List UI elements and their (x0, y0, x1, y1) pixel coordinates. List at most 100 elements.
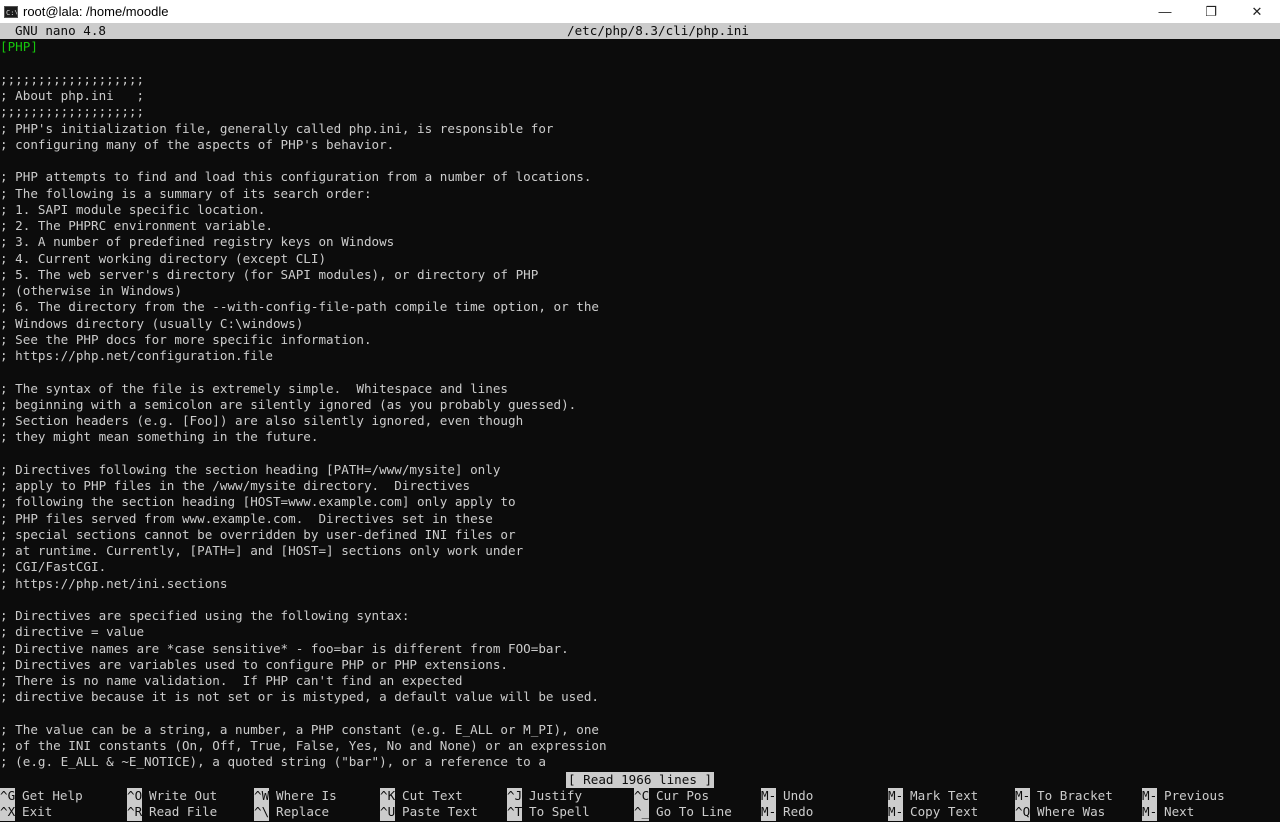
shortcut-key: ^T (507, 804, 522, 821)
editor-line[interactable]: ; There is no name validation. If PHP ca… (0, 673, 1280, 689)
editor-line[interactable]: ; 6. The directory from the --with-confi… (0, 299, 1280, 315)
shortcut-key: M-W (1142, 804, 1157, 821)
editor-content[interactable]: ;;;;;;;;;;;;;;;;;;;; About php.ini ;;;;;… (0, 56, 1280, 771)
shortcut-where-is[interactable]: ^W Where Is (254, 788, 337, 805)
shortcut-key: M-6 (888, 804, 903, 821)
editor-line[interactable]: ; 4. Current working directory (except C… (0, 251, 1280, 267)
editor-line[interactable]: ; 1. SAPI module specific location. (0, 202, 1280, 218)
shortcut-label: To Bracket (1037, 788, 1113, 803)
shortcut-mark-text[interactable]: M-A Mark Text (888, 788, 979, 805)
editor-line[interactable]: ; (otherwise in Windows) (0, 283, 1280, 299)
restore-button[interactable]: ❐ (1188, 0, 1234, 23)
shortcut-label: Get Help (22, 788, 83, 803)
shortcut-key: M-U (761, 788, 776, 805)
shortcut-label: Read File (149, 804, 218, 820)
shortcut-exit[interactable]: ^X Exit (0, 804, 53, 821)
shortcut-label: Exit (22, 804, 53, 820)
editor-line[interactable]: ;;;;;;;;;;;;;;;;;;; (0, 72, 1280, 88)
shortcut-where-was[interactable]: ^Q Where Was (1015, 804, 1105, 821)
shortcut-key: M-A (888, 788, 903, 805)
editor-line[interactable]: ; PHP's initialization file, generally c… (0, 121, 1280, 137)
status-message: [ Read 1966 lines ] (566, 772, 715, 789)
shortcut-bar: ^G Get Help ^O Write Out ^W Where Is ^K Cut Tex… (0, 788, 1280, 821)
editor-line[interactable]: ; of the INI constants (On, Off, True, F… (0, 738, 1280, 754)
minimize-button[interactable]: — (1142, 0, 1188, 23)
shortcut-key: ^_ (634, 804, 649, 821)
close-button[interactable]: ✕ (1234, 0, 1280, 23)
shortcut-write-out[interactable]: ^O Write Out (127, 788, 217, 805)
shortcut-label: Cur Pos (656, 788, 710, 803)
editor-line[interactable]: ; CGI/FastCGI. (0, 559, 1280, 575)
editor-line[interactable]: ; apply to PHP files in the /www/mysite … (0, 478, 1280, 494)
editor-line[interactable]: ; at runtime. Currently, [PATH=] and [HO… (0, 543, 1280, 559)
shortcut-label: Mark Text (910, 788, 979, 803)
editor-line[interactable]: ; About php.ini ; (0, 88, 1280, 104)
shortcut-redo[interactable]: M-E Redo (761, 804, 814, 821)
editor-line[interactable] (0, 364, 1280, 380)
shortcut-label: Undo (783, 788, 814, 803)
editor-line[interactable]: ; Directives are variables used to confi… (0, 657, 1280, 673)
shortcut-label: Copy Text (910, 804, 979, 820)
editor-line[interactable]: ; The following is a summary of its sear… (0, 186, 1280, 202)
editor-line[interactable]: ; 2. The PHPRC environment variable. (0, 218, 1280, 234)
editor-line[interactable]: ; Directive names are *case sensitive* -… (0, 641, 1280, 657)
editor-line[interactable]: ; 5. The web server's directory (for SAP… (0, 267, 1280, 283)
shortcut-to-spell[interactable]: ^T To Spell (507, 804, 590, 821)
terminal-app-icon: C:\ (4, 5, 18, 18)
editor-line[interactable]: ; Directives are specified using the fol… (0, 608, 1280, 624)
editor-line[interactable]: ; (e.g. E_ALL & ~E_NOTICE), a quoted str… (0, 754, 1280, 770)
window-title: root@lala: /home/moodle (23, 4, 169, 19)
shortcut-go-to-line[interactable]: ^_ Go To Line (634, 804, 732, 821)
editor-line[interactable]: ; Section headers (e.g. [Foo]) are also … (0, 413, 1280, 429)
shortcut-label: Where Is (276, 788, 337, 803)
editor-line[interactable] (0, 446, 1280, 462)
shortcut-paste-text[interactable]: ^U Paste Text (380, 804, 478, 821)
shortcut-undo[interactable]: M-U Undo (761, 788, 814, 805)
shortcut-replace[interactable]: ^\ Replace (254, 804, 329, 821)
shortcut-to-bracket[interactable]: M-] To Bracket (1015, 788, 1113, 805)
editor-line[interactable] (0, 706, 1280, 722)
editor-line[interactable]: ; directive = value (0, 624, 1280, 640)
shortcut-key: ^U (380, 804, 395, 821)
shortcut-key: ^\ (254, 804, 269, 821)
editor-line[interactable]: ; Windows directory (usually C:\windows) (0, 316, 1280, 332)
editor-line[interactable] (0, 592, 1280, 608)
shortcut-copy-text[interactable]: M-6 Copy Text (888, 804, 979, 821)
editor-line[interactable]: ; PHP attempts to find and load this con… (0, 169, 1280, 185)
shortcut-key: M-E (761, 804, 776, 821)
editor-line[interactable]: ; configuring many of the aspects of PHP… (0, 137, 1280, 153)
editor-line[interactable]: ; https://php.net/ini.sections (0, 576, 1280, 592)
shortcut-next[interactable]: M-W Next (1142, 804, 1194, 821)
shortcut-read-file[interactable]: ^R Read File (127, 804, 218, 821)
editor-line[interactable]: ; The syntax of the file is extremely si… (0, 381, 1280, 397)
editor-line[interactable]: ; https://php.net/configuration.file (0, 348, 1280, 364)
editor-line[interactable]: ; See the PHP docs for more specific inf… (0, 332, 1280, 348)
editor-line[interactable] (0, 153, 1280, 169)
section-line[interactable]: [PHP] (0, 39, 1280, 55)
shortcut-label: Previous (1164, 788, 1225, 803)
editor-line[interactable] (0, 56, 1280, 72)
shortcut-key: M-Q (1142, 788, 1157, 805)
editor-line[interactable]: ;;;;;;;;;;;;;;;;;;; (0, 104, 1280, 120)
shortcut-label: Redo (783, 804, 814, 820)
editor-line[interactable]: ; PHP files served from www.example.com.… (0, 511, 1280, 527)
shortcut-previous[interactable]: M-Q Previous (1142, 788, 1225, 805)
shortcut-key: ^R (127, 804, 142, 821)
editor-line[interactable]: ; 3. A number of predefined registry key… (0, 234, 1280, 250)
shortcut-justify[interactable]: ^J Justify (507, 788, 583, 805)
shortcut-get-help[interactable]: ^G Get Help (0, 788, 83, 805)
terminal-area[interactable]: GNU nano 4.8 /etc/php/8.3/cli/php.ini [P… (0, 23, 1280, 822)
editor-line[interactable]: ; directive because it is not set or is … (0, 689, 1280, 705)
shortcut-cut-text[interactable]: ^K Cut Text (380, 788, 463, 805)
editor-line[interactable]: ; they might mean something in the futur… (0, 429, 1280, 445)
shortcut-row-1: ^G Get Help ^O Write Out ^W Where Is ^K Cut Tex… (0, 788, 1280, 805)
editor-line[interactable]: ; Directives following the section headi… (0, 462, 1280, 478)
editor-line[interactable]: ; following the section heading [HOST=ww… (0, 494, 1280, 510)
editor-line[interactable]: ; beginning with a semicolon are silentl… (0, 397, 1280, 413)
shortcut-row-2: ^X Exit ^R Read File ^\ Replace ^U Paste Text ^T… (0, 804, 1280, 821)
editor-line[interactable]: ; special sections cannot be overridden … (0, 527, 1280, 543)
shortcut-label: Paste Text (402, 804, 478, 820)
editor-line[interactable]: ; The value can be a string, a number, a… (0, 722, 1280, 738)
shortcut-cur-pos[interactable]: ^C Cur Pos (634, 788, 710, 805)
shortcut-label: Justify (529, 788, 583, 803)
